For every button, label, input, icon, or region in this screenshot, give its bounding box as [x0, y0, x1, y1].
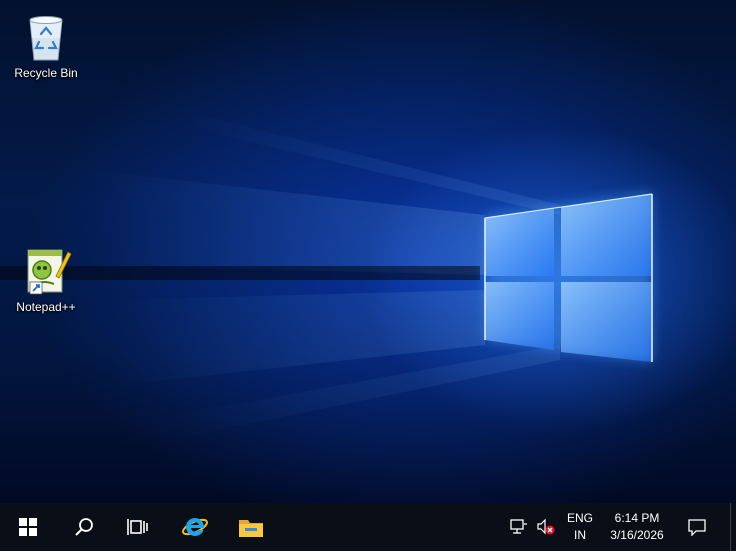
- internet-explorer-button[interactable]: [171, 503, 219, 551]
- desktop-icon-label: Recycle Bin: [14, 66, 78, 80]
- taskbar: ENG IN 6:14 PM 3/16/2026: [0, 503, 736, 551]
- clock[interactable]: 6:14 PM 3/16/2026: [602, 503, 672, 551]
- network-icon: [510, 519, 527, 534]
- logo-pane-bottom-right: [561, 282, 652, 362]
- show-desktop-button[interactable]: [730, 503, 736, 551]
- logo-pane-top-left: [485, 208, 554, 276]
- clock-date: 3/16/2026: [610, 528, 664, 542]
- desktop-area[interactable]: Recycle Bin Notepad++: [0, 0, 736, 503]
- volume-tray-button[interactable]: [533, 503, 559, 551]
- windows-desktop-screen: Recycle Bin Notepad++ ENG IN 6:14 PM 3/1…: [0, 0, 736, 551]
- file-explorer-button[interactable]: [227, 503, 275, 551]
- keyboard-region: IN: [574, 528, 586, 542]
- desktop-icon-recycle-bin[interactable]: Recycle Bin: [6, 12, 86, 80]
- clock-time: 6:14 PM: [614, 511, 660, 525]
- search-button[interactable]: [60, 503, 108, 551]
- file-explorer-icon: [239, 520, 263, 537]
- action-center-button[interactable]: [682, 503, 712, 551]
- volume-muted-icon: [537, 519, 555, 535]
- windows-10-wallpaper: [0, 110, 653, 440]
- task-view-icon: [127, 519, 148, 535]
- logo-pane-bottom-left: [485, 282, 554, 350]
- input-language-indicator[interactable]: ENG IN: [560, 503, 600, 551]
- windows-start-icon: [19, 518, 37, 536]
- search-icon: [75, 518, 93, 536]
- internet-explorer-icon: [182, 518, 208, 536]
- desktop-icon-notepad-plus-plus[interactable]: Notepad++: [6, 246, 86, 314]
- language-code: ENG: [566, 511, 593, 525]
- network-tray-button[interactable]: [506, 503, 532, 551]
- desktop-icon-label: Notepad++: [16, 300, 76, 314]
- task-view-button[interactable]: [114, 503, 162, 551]
- start-button[interactable]: [4, 503, 52, 551]
- notepad-plus-plus-icon: [27, 249, 72, 295]
- logo-pane-top-right: [561, 194, 652, 276]
- action-center-icon: [688, 519, 706, 536]
- recycle-bin-icon: [29, 16, 63, 61]
